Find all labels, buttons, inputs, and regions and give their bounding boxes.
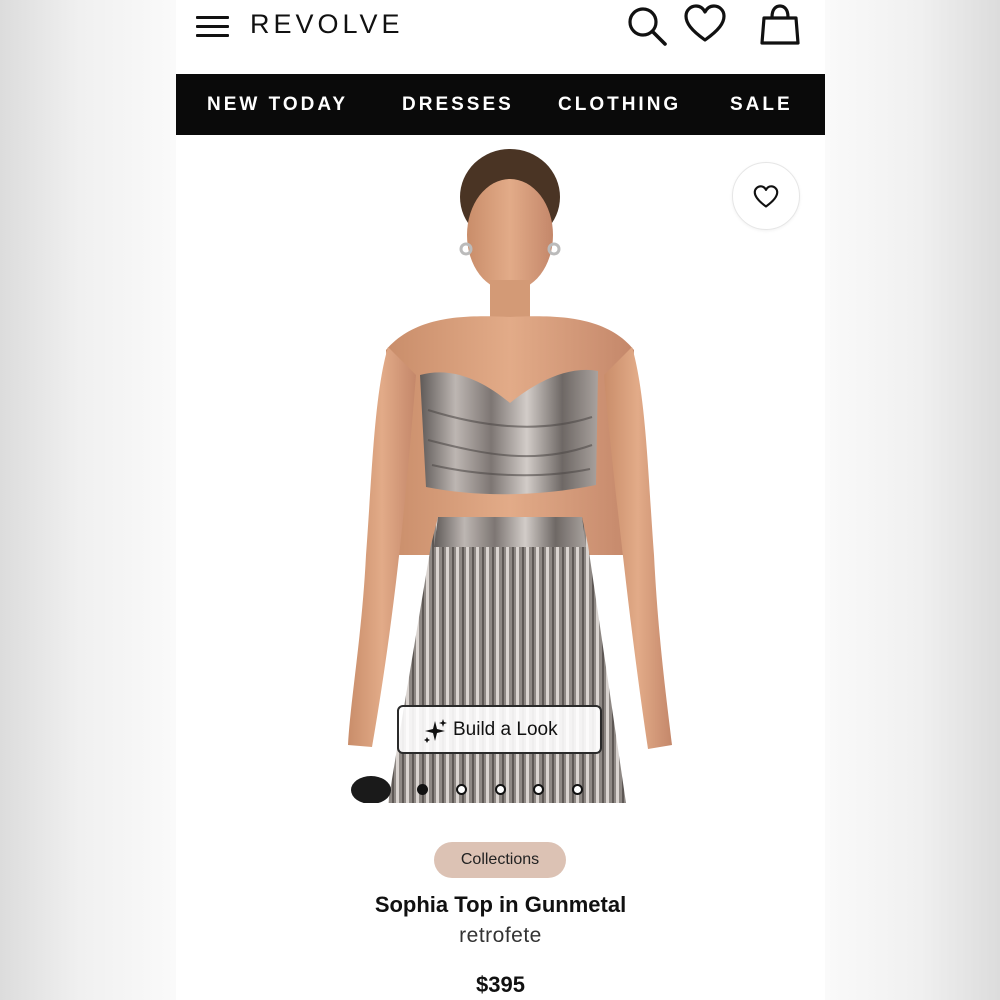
heart-icon xyxy=(753,185,779,208)
carousel-dot-3[interactable] xyxy=(495,784,506,795)
nav-item-new-today[interactable]: NEW TODAY xyxy=(207,94,348,116)
product-brand[interactable]: retrofete xyxy=(176,924,825,948)
carousel-dot-2[interactable] xyxy=(456,784,467,795)
product-image-carousel[interactable]: Build a Look xyxy=(176,135,825,803)
category-nav: NEW TODAY DRESSES CLOTHING SALE xyxy=(176,74,825,135)
product-photo xyxy=(348,149,672,803)
nav-item-dresses[interactable]: DRESSES xyxy=(402,94,514,116)
app-screen: REVOLVE NEW TODAY DRESSES CLOTHING SALE xyxy=(176,0,825,1000)
menu-icon[interactable] xyxy=(196,14,230,40)
carousel-dot-1[interactable] xyxy=(417,784,428,795)
brand-logo[interactable]: REVOLVE xyxy=(250,9,404,40)
shopping-bag-icon[interactable] xyxy=(758,3,802,47)
carousel-dot-4[interactable] xyxy=(533,784,544,795)
carousel-dot-5[interactable] xyxy=(572,784,583,795)
product-price: $395 xyxy=(476,972,525,997)
favorite-button[interactable] xyxy=(732,162,800,230)
nav-item-sale[interactable]: SALE xyxy=(730,94,793,116)
product-name: Sophia Top in Gunmetal xyxy=(374,892,627,917)
build-a-look-button[interactable]: Build a Look xyxy=(397,705,602,754)
search-icon[interactable] xyxy=(626,4,670,48)
sparkle-icon xyxy=(424,719,447,743)
collections-badge[interactable]: Collections xyxy=(434,842,566,878)
top-header: REVOLVE xyxy=(176,0,825,74)
build-a-look-label: Build a Look xyxy=(453,719,558,740)
nav-item-clothing[interactable]: CLOTHING xyxy=(558,94,681,116)
heart-icon[interactable] xyxy=(683,4,727,44)
